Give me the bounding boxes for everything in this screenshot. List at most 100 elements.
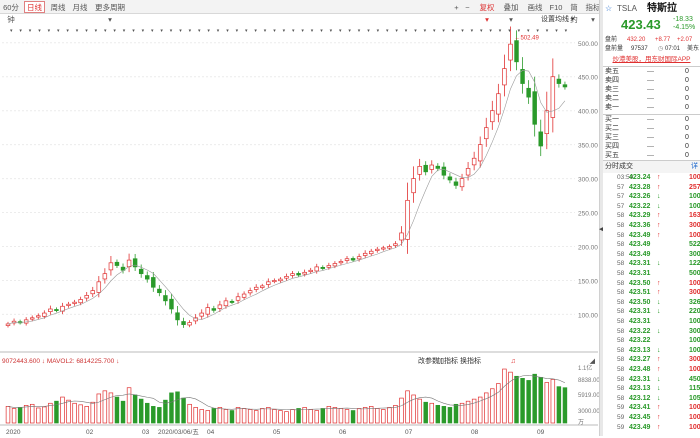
candle-body [314, 266, 319, 272]
volume-bar [151, 406, 156, 424]
trade-time: 58 [617, 318, 625, 325]
trade-row: 58 423.31 ↓ 450 [603, 375, 700, 385]
toolbar-button-4[interactable]: 画线 [524, 1, 546, 13]
candle-body [387, 246, 392, 249]
volume-bar [235, 407, 241, 424]
price-axis-label: 300.00 [578, 177, 598, 184]
event-marker: ▾ [461, 28, 464, 34]
trade-volume: 220 [689, 308, 700, 316]
volume-peak-marker: ♫ [510, 358, 515, 365]
x-axis-label: 05 [273, 429, 281, 436]
trade-volume: 300 [689, 250, 700, 258]
toolbar-button-2[interactable]: 复权 ▾ [476, 1, 498, 24]
event-marker: ▾ [38, 28, 41, 34]
volume-bar [11, 408, 17, 424]
candle-body [375, 248, 380, 251]
trade-row: 58 423.49 300 [603, 250, 700, 260]
toolbar-button-5[interactable]: F10 [548, 1, 564, 13]
x-axis-label: 2020/03/06/五 [158, 428, 199, 436]
promo-link[interactable]: 炒港美股，用东财国际APP [603, 54, 700, 66]
toolbar-button-3[interactable]: 叠加 ▾ [500, 1, 522, 24]
trade-row: 58 423.22 100 [603, 336, 700, 346]
trade-time: 58 [617, 231, 625, 239]
trade-price: 423.31 [629, 318, 651, 325]
volume-bar [260, 408, 265, 424]
volume-bar [60, 396, 65, 424]
event-marker: ▾ [245, 28, 248, 34]
event-marker: ▾ [367, 28, 370, 34]
toolbar-button-1[interactable]: − [463, 1, 472, 13]
bid-label: 买五 [605, 152, 619, 159]
tab-2[interactable]: 周线 [48, 1, 68, 13]
candle-body [429, 164, 434, 170]
tab-0[interactable]: 60分钟 [1, 1, 21, 24]
trade-time: 58 [617, 222, 625, 229]
kline-chart[interactable]: 500.00 450.00 400.00 350.00 300.00 250.00 200.… [0, 14, 602, 436]
tab-3[interactable]: 月线 [70, 1, 90, 13]
volume-axis-label: 8838.00 [578, 378, 600, 384]
trade-direction-icon: ↓ [657, 298, 661, 306]
candle-body [5, 323, 11, 326]
event-marker: ▾ [536, 28, 539, 34]
volume-bar [163, 399, 168, 424]
candle-body [48, 308, 53, 312]
candle-body [145, 275, 150, 280]
candle-body [205, 307, 211, 315]
trade-volume: 100 [689, 318, 700, 325]
ask-label: 卖一 [605, 104, 619, 111]
trade-direction-icon: ↑ [657, 174, 661, 181]
trade-row: 58 423.49 522 [603, 240, 700, 250]
volume-bar [532, 373, 537, 424]
volume-bar [36, 407, 41, 424]
candle-body [278, 278, 283, 282]
event-marker: ▾ [160, 28, 163, 34]
volume-bar [199, 409, 204, 424]
ask-label: 卖五 [605, 68, 619, 75]
volume-bar [187, 403, 192, 424]
bid-price: — [647, 116, 654, 123]
trade-time: 58 [617, 394, 625, 402]
star-icon[interactable]: ☆ [605, 3, 612, 15]
candle-body [538, 131, 543, 147]
tab-4[interactable]: 更多周期 ▾ [92, 1, 128, 24]
candle-body [302, 271, 307, 275]
toolbar-button-6[interactable]: 简约 [566, 1, 582, 24]
ask-volume: 0 [685, 95, 689, 102]
volume-bar [556, 386, 562, 424]
trade-time: 58 [617, 337, 625, 345]
volume-bar [538, 376, 543, 424]
volume-bar [526, 380, 531, 424]
trade-volume: 100 [689, 279, 700, 287]
trade-direction-icon: ↑ [657, 366, 661, 373]
candle-body [187, 322, 192, 326]
candle-body [229, 300, 235, 303]
trade-direction-icon: ↓ [657, 394, 661, 402]
bid-price: — [647, 143, 654, 150]
trade-direction-icon: ↑ [657, 222, 661, 229]
trade-price: 423.50 [629, 279, 651, 287]
trade-row: 58 423.22 ↓ 300 [603, 327, 700, 337]
candle-body [562, 84, 568, 88]
candle-body [326, 265, 332, 268]
trade-direction-icon: ↑ [657, 279, 661, 287]
trade-volume: 122 [689, 260, 700, 268]
tab-1[interactable]: 日线 [24, 1, 45, 13]
bid-label: 买三 [605, 134, 619, 141]
trades-detail-link[interactable]: 详 [691, 161, 698, 173]
premarket-volume: 97537 [631, 46, 648, 52]
candle-body [42, 312, 47, 317]
toolbar-button-0[interactable]: + [452, 1, 461, 13]
event-marker: ▾ [386, 28, 389, 34]
candle-body [484, 127, 489, 140]
event-marker: ▾ [113, 28, 116, 34]
trade-volume: 100 [689, 366, 700, 373]
volume-bar [502, 368, 507, 424]
candle-body [223, 300, 229, 307]
candle-body [108, 262, 114, 271]
candle-body [151, 277, 156, 288]
candle-body [399, 232, 404, 241]
trade-price: 423.29 [629, 212, 651, 220]
candle-body [211, 308, 217, 311]
trade-row: 03:59 423.24 ↑ 100 [603, 173, 700, 183]
trade-time: 58 [617, 298, 625, 306]
